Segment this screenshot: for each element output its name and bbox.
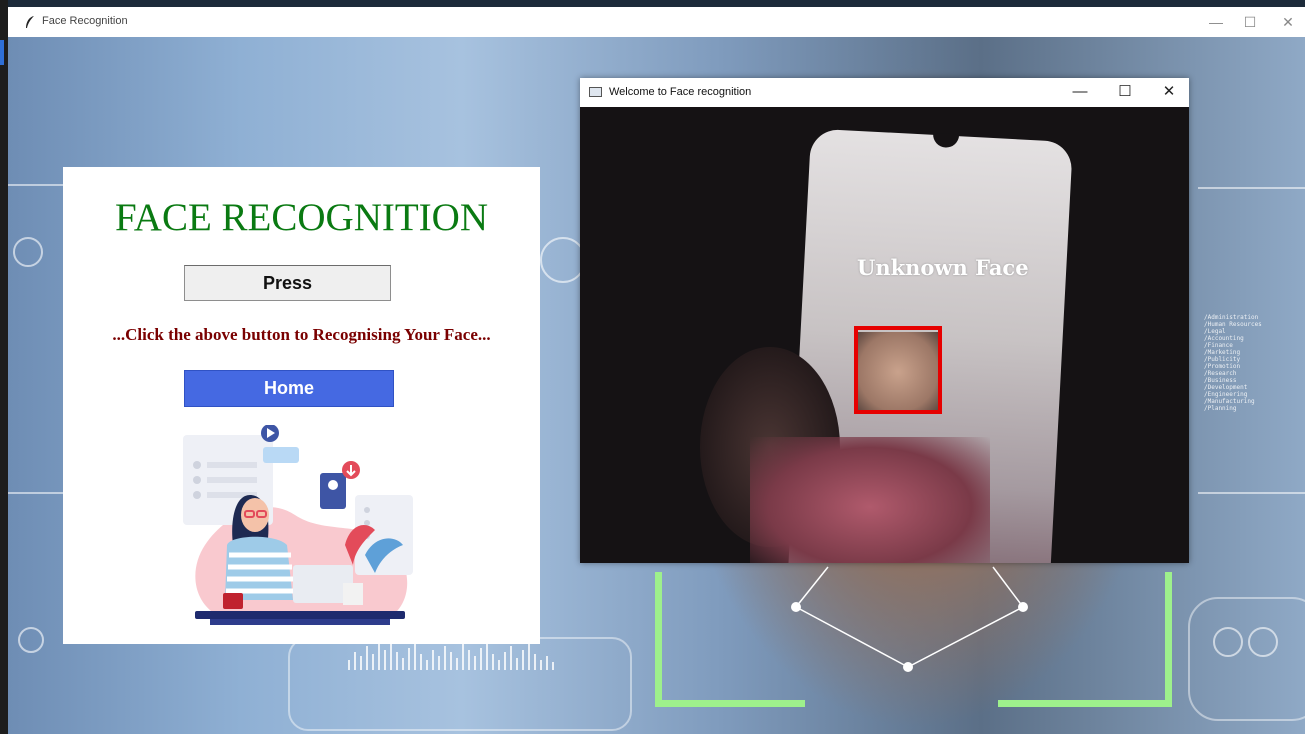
minimize-button[interactable]: — — [1204, 11, 1228, 33]
bg-line — [8, 492, 68, 494]
camera-window-title: Welcome to Face recognition — [609, 86, 752, 98]
camera-titlebar[interactable]: Welcome to Face recognition — ☐ ✕ — [580, 78, 1189, 107]
detection-label: Unknown Face — [857, 255, 1029, 280]
press-button[interactable]: Press — [184, 265, 391, 301]
camera-close-button[interactable]: ✕ — [1154, 81, 1184, 103]
bg-side-text: /Administration/Human Resources /Legal/A… — [1204, 314, 1262, 412]
page-title: FACE RECOGNITION — [114, 196, 488, 239]
bg-green-bracket — [655, 700, 805, 707]
window-app-icon — [589, 87, 602, 97]
camera-minimize-button[interactable]: — — [1065, 81, 1095, 103]
shirt-region — [750, 437, 990, 563]
main-titlebar[interactable]: Face Recognition — ☐ ✕ — [8, 7, 1305, 37]
instruction-text: ...Click the above button to Recognising… — [112, 325, 491, 344]
camera-maximize-button[interactable]: ☐ — [1110, 81, 1140, 103]
bg-green-bracket — [998, 700, 1172, 707]
bg-line — [1198, 492, 1305, 494]
main-window-title: Face Recognition — [42, 15, 128, 27]
camera-window: Welcome to Face recognition — ☐ ✕ Unknow… — [580, 78, 1189, 563]
illustration-woman-laptop — [183, 425, 413, 625]
desk — [195, 611, 405, 619]
desktop-left-edge — [0, 0, 8, 734]
bg-frame — [1188, 597, 1305, 721]
bg-line — [1198, 187, 1305, 189]
taskbar-accent — [0, 40, 4, 65]
face-detection-box — [854, 326, 942, 414]
bg-circle — [18, 627, 44, 653]
maximize-button[interactable]: ☐ — [1238, 11, 1262, 33]
face-mesh-lines — [791, 566, 1028, 672]
bg-line — [8, 184, 68, 186]
feather-icon — [26, 16, 34, 28]
camera-feed: Unknown Face — [580, 107, 1189, 563]
close-button[interactable]: ✕ — [1276, 11, 1300, 33]
main-panel: FACE RECOGNITION Press ...Click the abov… — [63, 167, 540, 644]
home-button[interactable]: Home — [184, 370, 394, 407]
bg-green-bracket — [1165, 572, 1172, 707]
bg-circle — [13, 237, 43, 267]
bg-green-bracket — [655, 572, 662, 707]
user-card-icon — [320, 473, 346, 509]
mug-icon — [223, 593, 243, 609]
